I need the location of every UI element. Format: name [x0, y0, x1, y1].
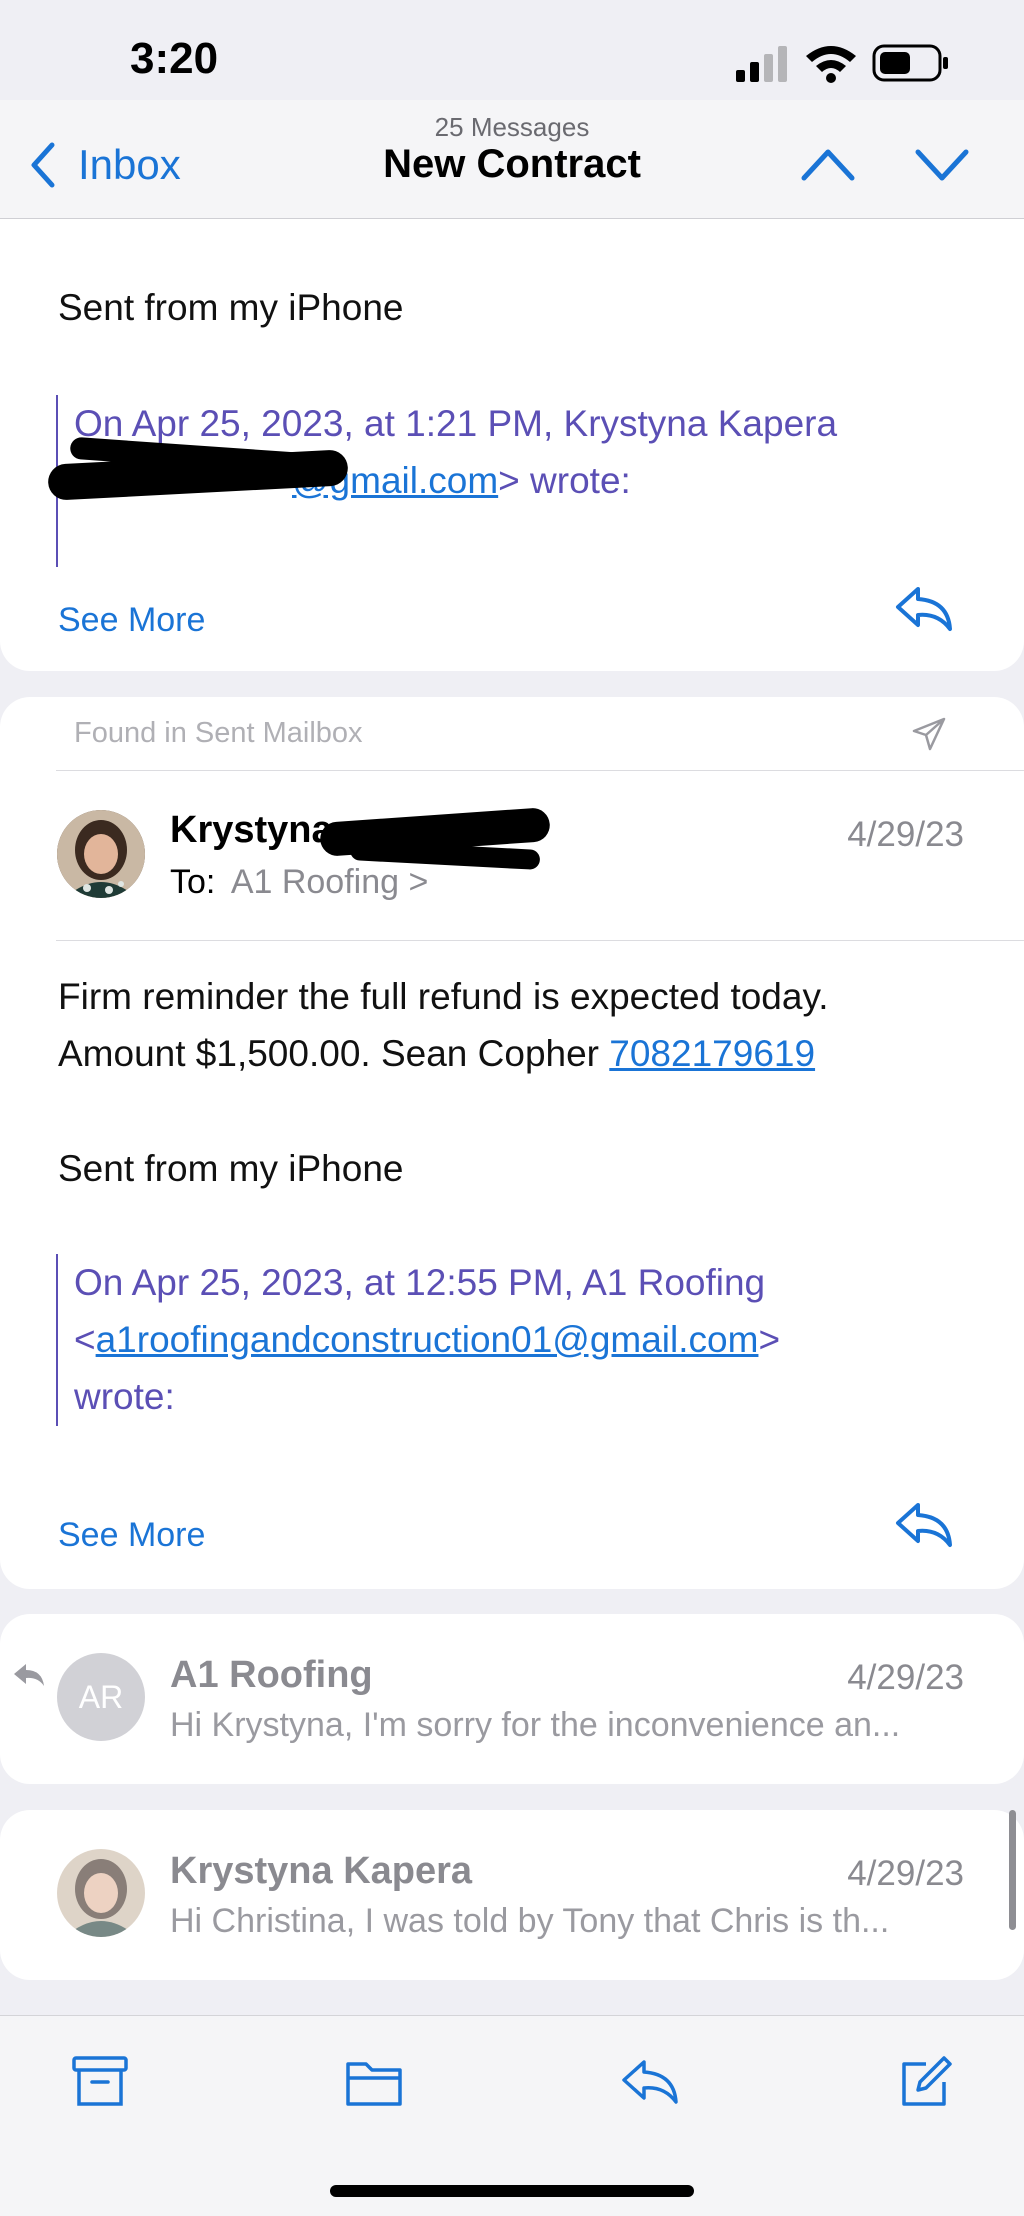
replied-icon	[14, 1664, 44, 1686]
to-label: To:	[170, 863, 216, 901]
folder-icon[interactable]	[344, 2054, 404, 2110]
message-card-4[interactable]: Krystyna Kapera 4/29/23 Hi Christina, I …	[0, 1810, 1024, 1980]
see-more-link[interactable]: See More	[58, 601, 205, 640]
person-photo-icon	[57, 1849, 145, 1937]
phone-link[interactable]: 7082179619	[609, 1033, 815, 1074]
status-icons	[736, 44, 948, 83]
quote-header: On Apr 25, 2023, at 12:55 PM, A1 Roofing	[74, 1262, 766, 1303]
back-label: Inbox	[78, 141, 181, 188]
quote-tail: wrote:	[74, 1376, 175, 1417]
signal-icon	[736, 46, 787, 82]
divider	[56, 770, 1024, 771]
body-line: Firm reminder the full refund is expecte…	[58, 976, 829, 1017]
chevron-up-icon[interactable]	[800, 144, 856, 184]
message-body: Firm reminder the full refund is expecte…	[58, 968, 829, 1082]
nav-bar: 25 Messages New Contract Inbox	[0, 100, 1024, 219]
reply-icon[interactable]	[894, 1499, 954, 1551]
chevron-down-icon[interactable]	[914, 144, 970, 184]
divider	[56, 940, 1024, 941]
message-date: 4/29/23	[847, 1854, 964, 1893]
paper-plane-icon	[912, 717, 946, 751]
quote-header: On Apr 25, 2023, at 1:21 PM, Krystyna Ka…	[74, 403, 838, 444]
avatar	[57, 1849, 145, 1937]
sender-name: Krystyna Kapera	[170, 1850, 473, 1892]
quote-tail: > wrote:	[498, 460, 631, 501]
back-button[interactable]: Inbox	[28, 140, 181, 190]
sender-name: Krystyna	[170, 809, 333, 851]
quote-email-link[interactable]: a1roofingandconstruction01@gmail.com	[96, 1319, 759, 1360]
wifi-icon	[806, 46, 856, 83]
sender-name: A1 Roofing	[170, 1654, 373, 1696]
home-indicator[interactable]	[330, 2185, 694, 2197]
compose-icon[interactable]	[896, 2054, 956, 2110]
quote-lt: <	[74, 1319, 96, 1360]
quoted-text: On Apr 25, 2023, at 12:55 PM, A1 Roofing…	[56, 1254, 780, 1426]
signature: Sent from my iPhone	[58, 1148, 404, 1189]
message-card-1: Sent from my iPhone On Apr 25, 2023, at …	[0, 219, 1024, 671]
reply-icon[interactable]	[894, 583, 954, 635]
chevron-left-icon	[31, 142, 55, 188]
avatar[interactable]	[57, 810, 145, 898]
to-value: A1 Roofing >	[230, 863, 429, 901]
archive-icon[interactable]	[70, 2054, 130, 2110]
battery-icon	[872, 44, 948, 82]
scrollbar[interactable]	[1009, 1810, 1016, 1930]
message-date: 4/29/23	[847, 1658, 964, 1697]
avatar: AR	[57, 1653, 145, 1741]
message-preview: Hi Krystyna, I'm sorry for the inconveni…	[170, 1706, 901, 1744]
quote-gt: >	[758, 1319, 781, 1360]
message-count: 25 Messages	[434, 112, 590, 142]
body-line: Amount $1,500.00. Sean Copher	[58, 1033, 610, 1074]
signature: Sent from my iPhone	[58, 287, 404, 328]
reply-icon[interactable]	[620, 2054, 680, 2110]
message-card-3[interactable]: AR A1 Roofing 4/29/23 Hi Krystyna, I'm s…	[0, 1614, 1024, 1784]
person-photo-icon	[57, 810, 145, 898]
message-date: 4/29/23	[847, 815, 964, 854]
recipient-row[interactable]: To: A1 Roofing >	[170, 863, 428, 902]
status-time: 3:20	[130, 34, 219, 83]
found-in-mailbox: Found in Sent Mailbox	[74, 717, 363, 749]
message-card-2: Found in Sent Mailbox Krystyna To: A1 Ro…	[0, 697, 1024, 1589]
see-more-link[interactable]: See More	[58, 1516, 205, 1555]
message-preview: Hi Christina, I was told by Tony that Ch…	[170, 1902, 890, 1940]
